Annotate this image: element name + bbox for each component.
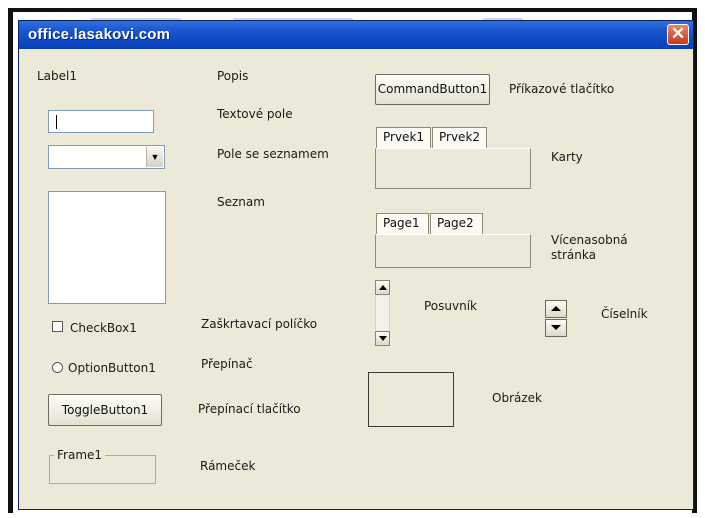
tabstrip-body xyxy=(375,148,531,189)
togglebutton1[interactable]: ToggleButton1 xyxy=(48,394,162,426)
multipage-desc-line1: Vícenasobná xyxy=(551,233,628,247)
checkbox1-label: CheckBox1 xyxy=(70,321,137,335)
frame1: Frame1 xyxy=(49,448,156,484)
togglebutton1-label: ToggleButton1 xyxy=(61,403,149,417)
commandbutton1[interactable]: CommandButton1 xyxy=(375,74,490,105)
optionbutton1[interactable] xyxy=(52,362,63,373)
chevron-down-icon[interactable]: ▼ xyxy=(146,147,163,167)
arrow-up-icon xyxy=(551,306,561,311)
popis-label: Popis xyxy=(217,69,249,83)
spin-down-button[interactable] xyxy=(545,319,567,337)
spin-desc-label: Číselník xyxy=(601,307,648,321)
tab-page2[interactable]: Page2 xyxy=(430,213,483,235)
commandbutton1-label: CommandButton1 xyxy=(377,82,488,96)
commandbutton-desc-label: Příkazové tlačítko xyxy=(509,82,615,96)
tab-prvek1[interactable]: Prvek1 xyxy=(376,127,431,149)
scrollbar-desc-label: Posuvník xyxy=(424,299,477,313)
multipage-body xyxy=(375,234,531,268)
userform-dialog: office.lasakovi.com ✕ Label1 ▼ CheckBox1… xyxy=(18,20,694,510)
togglebutton-desc-label: Přepínací tlačítko xyxy=(198,402,301,416)
textove-pole-label: Textové pole xyxy=(217,107,293,121)
frame1-caption: Frame1 xyxy=(54,448,106,462)
image-box xyxy=(368,372,454,427)
scrollbar-up-button[interactable] xyxy=(375,280,390,295)
combobox[interactable]: ▼ xyxy=(48,145,165,169)
arrow-down-icon xyxy=(551,325,561,330)
window-title: office.lasakovi.com xyxy=(28,26,171,43)
checkbox1[interactable] xyxy=(52,321,63,332)
checkbox-desc-label: Zaškrtavací políčko xyxy=(201,317,318,331)
seznam-label: Seznam xyxy=(217,195,265,209)
text-caret xyxy=(56,115,57,129)
close-button[interactable]: ✕ xyxy=(667,24,689,45)
spin-up-button[interactable] xyxy=(545,300,567,318)
frame-desc-label: Rámeček xyxy=(200,459,256,473)
image-desc-label: Obrázek xyxy=(492,391,542,405)
textbox[interactable] xyxy=(48,110,154,133)
multipage-desc-line2: stránka xyxy=(551,248,596,262)
optionbutton-desc-label: Přepínač xyxy=(201,357,253,371)
close-icon: ✕ xyxy=(670,24,686,43)
arrow-up-icon xyxy=(379,285,387,290)
scrollbar-track[interactable] xyxy=(375,296,390,330)
listbox[interactable] xyxy=(48,191,166,304)
scrollbar-down-button[interactable] xyxy=(375,331,390,346)
tab-page1[interactable]: Page1 xyxy=(376,213,429,235)
title-bar[interactable]: office.lasakovi.com ✕ xyxy=(19,21,693,49)
arrow-down-icon xyxy=(379,336,387,341)
tabstrip-desc-label: Karty xyxy=(551,150,583,164)
tab-prvek2[interactable]: Prvek2 xyxy=(432,127,487,149)
pole-se-seznamem-label: Pole se seznamem xyxy=(217,147,329,161)
optionbutton1-label: OptionButton1 xyxy=(68,361,156,375)
label1: Label1 xyxy=(37,69,78,83)
